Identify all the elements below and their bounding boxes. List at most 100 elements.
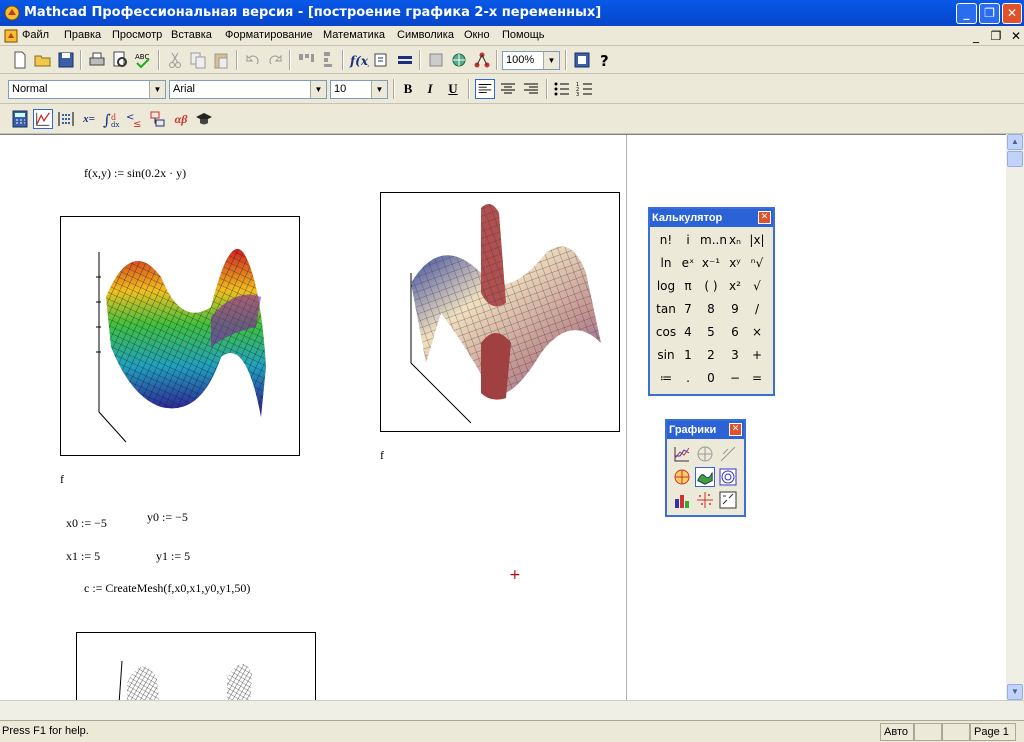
calculator-key[interactable]: + bbox=[746, 345, 768, 365]
symbolic-toolbar-icon[interactable] bbox=[194, 109, 214, 129]
calculator-key[interactable]: π bbox=[677, 276, 699, 296]
spell-check-icon[interactable]: ABC bbox=[133, 50, 153, 70]
close-button[interactable]: ✕ bbox=[1002, 3, 1022, 24]
calculator-key[interactable]: tan bbox=[655, 299, 677, 319]
calculator-key[interactable]: × bbox=[746, 322, 768, 342]
italic-button[interactable]: I bbox=[420, 79, 440, 99]
calculator-toolbar-icon[interactable] bbox=[10, 109, 30, 129]
align-across-icon[interactable] bbox=[296, 50, 316, 70]
tree-icon[interactable] bbox=[472, 50, 492, 70]
font-size-select[interactable]: 10 ▼ bbox=[330, 80, 388, 99]
resource-center-icon[interactable] bbox=[572, 50, 592, 70]
calculator-close-icon[interactable]: ✕ bbox=[758, 211, 771, 224]
print-icon[interactable] bbox=[87, 50, 107, 70]
insert-component-icon[interactable] bbox=[426, 50, 446, 70]
minimize-button[interactable]: _ bbox=[956, 3, 977, 24]
calculator-key[interactable]: . bbox=[677, 368, 699, 388]
redo-icon[interactable] bbox=[265, 50, 285, 70]
xy-plot-icon[interactable] bbox=[672, 444, 692, 464]
calculator-key[interactable]: ( ) bbox=[700, 276, 722, 296]
bullet-list-icon[interactable] bbox=[552, 79, 572, 99]
calculator-key[interactable]: 7 bbox=[677, 299, 699, 319]
function-definition[interactable]: f(x,y) := sin(0.2x · y) bbox=[84, 166, 186, 181]
bold-button[interactable]: B bbox=[398, 79, 418, 99]
calculator-key[interactable]: m..n bbox=[700, 230, 727, 250]
programming-toolbar-icon[interactable] bbox=[148, 109, 168, 129]
calculator-key[interactable]: 6 bbox=[724, 322, 746, 342]
chevron-down-icon[interactable]: ▼ bbox=[371, 81, 387, 98]
calculator-key[interactable]: eˣ bbox=[677, 253, 699, 273]
calculator-key[interactable]: 0 bbox=[700, 368, 722, 388]
x0-definition[interactable]: x0 := −5 bbox=[66, 516, 107, 531]
menu-view[interactable]: Просмотр bbox=[112, 29, 162, 41]
menu-symbolics[interactable]: Символика bbox=[397, 29, 454, 41]
open-icon[interactable] bbox=[33, 50, 53, 70]
calculator-key[interactable]: ⁿ√ bbox=[746, 253, 768, 273]
vertical-scrollbar[interactable]: ▲ ▼ bbox=[1006, 134, 1024, 700]
boolean-toolbar-icon[interactable]: <≤ bbox=[125, 109, 145, 129]
calculator-key[interactable]: |x| bbox=[746, 230, 768, 250]
align-right-icon[interactable] bbox=[521, 79, 541, 99]
calculator-key[interactable]: − bbox=[724, 368, 746, 388]
scroll-thumb[interactable] bbox=[1007, 151, 1023, 167]
surface-plot-wireframe[interactable] bbox=[76, 632, 316, 700]
matrix-toolbar-icon[interactable] bbox=[56, 109, 76, 129]
menu-math[interactable]: Математика bbox=[323, 29, 385, 41]
calculator-key[interactable]: ln bbox=[655, 253, 677, 273]
paste-icon[interactable] bbox=[211, 50, 231, 70]
greek-toolbar-icon[interactable]: αβ bbox=[171, 109, 191, 129]
menu-insert[interactable]: Вставка bbox=[171, 29, 212, 41]
chevron-down-icon[interactable]: ▼ bbox=[149, 81, 165, 98]
mdi-close-button[interactable]: ✕ bbox=[1008, 28, 1024, 44]
document-icon[interactable] bbox=[4, 29, 18, 43]
mdi-restore-button[interactable]: ❐ bbox=[988, 28, 1004, 44]
calculus-toolbar-icon[interactable]: ∫ ddx bbox=[102, 109, 122, 129]
scatter-plot-icon[interactable] bbox=[695, 490, 715, 510]
surface-plot-shaded[interactable] bbox=[380, 192, 620, 432]
calculate-icon[interactable] bbox=[395, 50, 415, 70]
calculator-key[interactable]: log bbox=[655, 276, 677, 296]
y1-definition[interactable]: y1 := 5 bbox=[156, 549, 190, 564]
calculator-key[interactable]: ≔ bbox=[655, 368, 677, 388]
calculator-key[interactable]: cos bbox=[655, 322, 677, 342]
y0-definition[interactable]: y0 := −5 bbox=[147, 510, 188, 525]
menu-file[interactable]: Файл bbox=[22, 29, 49, 41]
x1-definition[interactable]: x1 := 5 bbox=[66, 549, 100, 564]
calculator-key[interactable]: 8 bbox=[700, 299, 722, 319]
calculator-key[interactable]: xₙ bbox=[724, 230, 746, 250]
calculator-key[interactable]: n! bbox=[655, 230, 677, 250]
mdi-minimize-button[interactable]: _ bbox=[968, 28, 984, 44]
scroll-down-icon[interactable]: ▼ bbox=[1007, 684, 1023, 700]
calculator-key[interactable]: / bbox=[746, 299, 768, 319]
undo-icon[interactable] bbox=[243, 50, 263, 70]
bar-plot-icon[interactable] bbox=[672, 490, 692, 510]
chevron-down-icon[interactable]: ▼ bbox=[543, 52, 559, 69]
graph-palette-close-icon[interactable]: ✕ bbox=[729, 423, 742, 436]
font-select[interactable]: Arial ▼ bbox=[169, 80, 327, 99]
align-center-icon[interactable] bbox=[498, 79, 518, 99]
horizontal-scrollbar[interactable] bbox=[0, 700, 1024, 720]
evaluation-toolbar-icon[interactable]: x= bbox=[79, 109, 99, 129]
vector-field-disabled-icon[interactable] bbox=[718, 444, 738, 464]
surface-plot-icon[interactable] bbox=[695, 467, 715, 487]
insert-function-icon[interactable]: f(x) bbox=[349, 50, 369, 70]
scroll-up-icon[interactable]: ▲ bbox=[1007, 134, 1023, 150]
insert-unit-icon[interactable] bbox=[372, 50, 392, 70]
chevron-down-icon[interactable]: ▼ bbox=[310, 81, 326, 98]
zoom-select[interactable]: 100% ▼ bbox=[502, 51, 560, 70]
calculator-key[interactable]: 3 bbox=[724, 345, 746, 365]
new-icon[interactable] bbox=[10, 50, 30, 70]
calculator-key[interactable]: i bbox=[677, 230, 699, 250]
calculator-key[interactable]: 9 bbox=[724, 299, 746, 319]
worksheet[interactable]: f(x,y) := sin(0.2x · y) f f x0:= −5 y0 … bbox=[0, 134, 1006, 700]
maximize-button[interactable]: ❐ bbox=[979, 3, 1000, 24]
contour-plot-icon[interactable] bbox=[718, 467, 738, 487]
mathcad-app-icon[interactable] bbox=[4, 5, 20, 21]
help-icon[interactable]: ? bbox=[595, 50, 615, 70]
numbered-list-icon[interactable]: 123 bbox=[575, 79, 595, 99]
createmesh-definition[interactable]: c := CreateMesh(f,x0,x1,y0,y1,50) bbox=[84, 581, 250, 596]
calculator-key[interactable]: 2 bbox=[700, 345, 722, 365]
align-down-icon[interactable] bbox=[318, 50, 338, 70]
menu-help[interactable]: Помощь bbox=[502, 29, 545, 41]
calculator-key[interactable]: x² bbox=[724, 276, 746, 296]
